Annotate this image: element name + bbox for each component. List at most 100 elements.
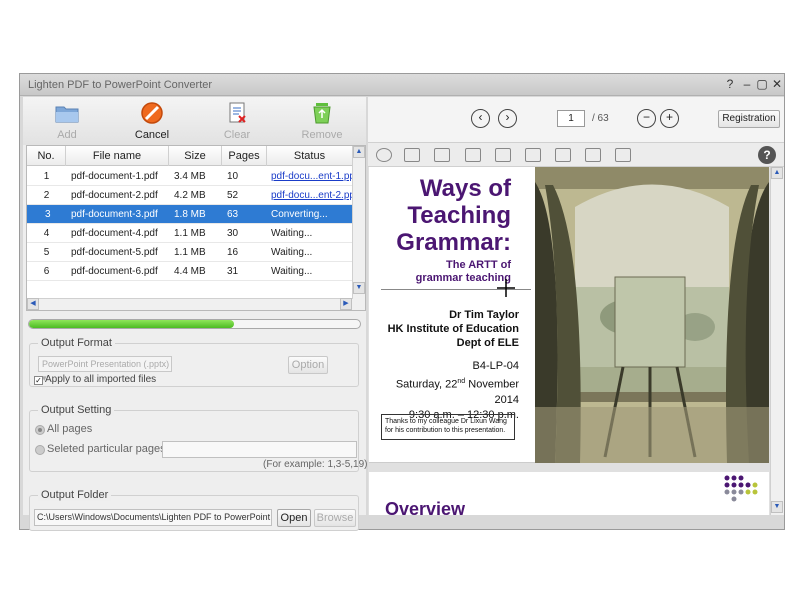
preview-vertical-scrollbar[interactable]: ▲ ▼ [770,167,784,515]
cell-pages: 16 [227,247,239,258]
cell-status[interactable]: pdf-docu...ent-2.pptx [267,186,353,205]
col-file-name[interactable]: File name [66,146,169,166]
table-horizontal-scrollbar[interactable]: ◀ ▶ [27,298,353,310]
open-button[interactable]: Open [277,509,311,527]
registration-button[interactable]: Registration [718,110,780,128]
table-header: No. File name Size Pages Status [27,146,353,166]
all-pages-label: All pages [47,423,93,435]
acknowledgement-box: Thanks to my colleague Dr Lixun Wang for… [381,414,515,440]
painting-image [535,167,769,463]
option-button[interactable]: Option [288,356,328,374]
page-view-icon[interactable] [585,148,601,162]
scroll-left-icon[interactable]: ◀ [27,298,39,310]
header-view-icon[interactable] [495,148,511,162]
grid-view-icon[interactable] [404,148,420,162]
column-view-icon[interactable] [525,148,541,162]
scroll-right-icon[interactable]: ▶ [340,298,352,310]
view-toolbar: ? [368,143,784,167]
file-table: No. File name Size Pages Status 1 pdf-doc… [26,145,366,311]
current-page-input[interactable]: 1 [557,110,585,127]
column-remove-icon[interactable] [555,148,571,162]
cell-no: 4 [43,228,50,239]
all-pages-radio[interactable] [35,425,45,435]
output-setting-group: Output Setting All pages Seleted particu… [29,404,368,472]
cell-pages: 52 [227,190,239,201]
particular-pages-label: Seleted particular pages [47,443,166,455]
cell-size: 4.4 MB [174,266,206,277]
particular-pages-radio[interactable] [35,445,45,455]
clear-button[interactable]: Clear [207,101,267,143]
scroll-down-icon[interactable]: ▼ [353,282,365,294]
slide-title: Ways of Teaching Grammar: [389,175,511,256]
format-select-value: PowerPoint Presentation (.pptx) [42,359,170,369]
table-row[interactable]: 4 pdf-document-4.pdf 1.1 MB 30 Waiting... [27,224,353,243]
chevron-left-icon[interactable]: ‹ [471,109,490,128]
apply-all-checkbox[interactable]: ✓ [34,376,43,385]
zoom-out-icon[interactable]: − [637,109,656,128]
scroll-up-icon[interactable]: ▲ [353,146,365,158]
table-row[interactable]: 5 pdf-document-5.pdf 1.1 MB 16 Waiting... [27,243,353,262]
document-preview[interactable]: Ways of Teaching Grammar: The ARTT of gr… [368,167,770,515]
clear-list-icon [229,102,246,123]
scroll-up-icon[interactable]: ▲ [771,167,783,179]
cell-size: 1.8 MB [174,209,206,220]
session-date: Saturday, 22nd November 2014 [371,374,519,408]
zoom-in-icon[interactable]: + [660,109,679,128]
apply-all-label: Apply to all imported files [45,374,157,385]
output-setting-legend: Output Setting [38,404,115,416]
cell-pages: 63 [227,209,239,220]
maximize-button[interactable]: ▢ [755,77,769,91]
table-row[interactable]: 1 pdf-document-1.pdf 3.4 MB 10 pdf-docu...en… [27,167,353,186]
toolbar: Add Cancel Clear Remove [23,97,366,145]
add-label: Add [57,129,77,141]
cell-status: Waiting... [271,266,313,277]
slide-subtitle-line: The ARTT of [446,259,511,271]
col-pages[interactable]: Pages [222,146,267,166]
format-select[interactable]: PowerPoint Presentation (.pptx) ▾ [38,356,172,383]
clear-label: Clear [223,129,251,141]
col-size[interactable]: Size [169,146,222,166]
cell-pages: 10 [227,171,239,182]
slide-author: Dr Tim Taylor HK Institute of Education … [379,308,519,350]
cell-no: 6 [43,266,50,277]
table-row[interactable]: 6 pdf-document-6.pdf 4.4 MB 31 Waiting... [27,262,353,281]
left-panel: Add Cancel Clear Remove No. File name Si… [23,97,368,531]
pages-example: (For example: 1,3-5,19) [263,459,368,470]
cell-no: 3 [45,209,51,220]
title-bar[interactable]: Lighten PDF to PowerPoint Converter ? – … [20,74,784,96]
cancel-label: Cancel [134,129,170,141]
col-no[interactable]: No. [27,146,66,166]
minimize-button[interactable]: – [740,77,754,91]
pages-input[interactable] [162,441,357,458]
table-row[interactable]: 3 pdf-document-3.pdf 1.8 MB 63 Converting... [27,205,353,224]
acknowledgement-line: Thanks to my colleague Dr Lixun Wang [385,418,507,425]
table-vertical-scrollbar[interactable]: ▲ ▼ [352,146,365,310]
help-icon[interactable]: ? [758,146,776,164]
output-folder-path[interactable]: C:\Users\Windows\Documents\Lighten PDF t… [34,509,272,526]
col-status[interactable]: Status [267,146,353,166]
add-button[interactable]: Add [37,101,97,143]
cell-status[interactable]: pdf-docu...ent-1.pptx [267,167,353,186]
cell-size: 1.1 MB [174,228,206,239]
image-view-icon[interactable] [434,148,450,162]
eye-view-icon[interactable] [376,148,392,162]
cancel-button[interactable]: Cancel [122,101,182,143]
close-button[interactable]: ✕ [770,77,784,91]
image-remove-icon[interactable] [465,148,481,162]
browse-button[interactable]: Browse [314,509,356,527]
output-format-legend: Output Format [38,337,115,349]
table-row[interactable]: 2 pdf-document-2.pdf 4.2 MB 52 pdf-docu...en… [27,186,353,205]
help-window-button[interactable]: ? [723,77,737,91]
window-painting-illustration [535,167,769,463]
scroll-down-icon[interactable]: ▼ [771,501,783,513]
table-view-icon[interactable] [615,148,631,162]
cell-file-name: pdf-document-4.pdf [71,228,158,239]
total-pages: / 63 [592,113,609,124]
remove-button[interactable]: Remove [292,101,352,143]
slide-subtitle: The ARTT of grammar teaching [389,259,511,285]
cell-size: 4.2 MB [174,190,206,201]
cell-no: 5 [43,247,50,258]
chevron-right-icon[interactable]: › [498,109,517,128]
recycle-bin-icon [313,103,331,124]
cell-status: Waiting... [271,228,313,239]
